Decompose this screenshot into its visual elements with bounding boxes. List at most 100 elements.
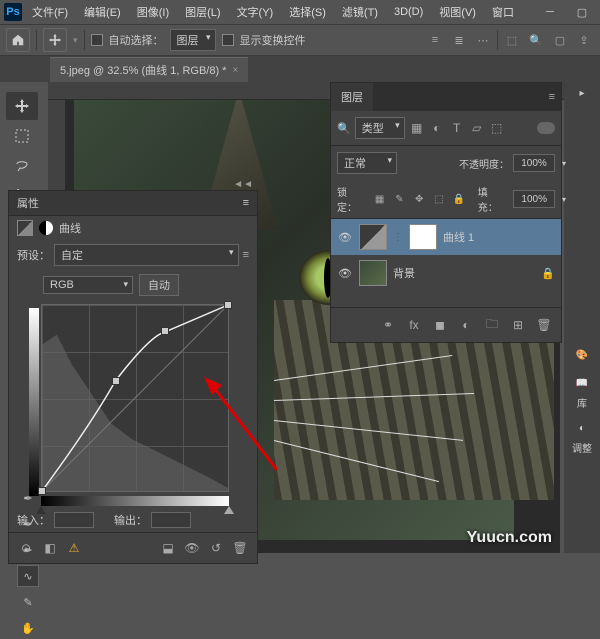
align-icon[interactable]: ≡	[425, 30, 445, 50]
filter-text-icon[interactable]: T	[449, 120, 465, 136]
clip-icon[interactable]: ⬓	[159, 539, 177, 557]
preset-menu-icon[interactable]: ≡	[243, 249, 249, 261]
lock-pixels-icon[interactable]: ✎	[392, 192, 406, 206]
lock-artboard-icon[interactable]: ⬚	[432, 192, 446, 206]
lock-position-icon[interactable]: ✥	[412, 192, 426, 206]
menu-text[interactable]: 文字(Y)	[231, 2, 280, 22]
minimize-button[interactable]: ─	[536, 2, 564, 22]
delete-adjustment-icon[interactable]: 🗑	[231, 539, 249, 557]
properties-panel-header[interactable]: ◄◄ 属性 ≡	[9, 191, 257, 216]
collapse-icon[interactable]: ◄◄	[233, 179, 253, 190]
home-icon[interactable]	[6, 28, 30, 52]
output-value-field[interactable]	[151, 512, 191, 528]
delete-layer-icon[interactable]: 🗑	[535, 316, 553, 334]
curve-point-shadow[interactable]	[38, 487, 46, 495]
marquee-tool[interactable]	[6, 122, 38, 150]
opacity-field[interactable]: 100%	[513, 154, 555, 172]
mask-mode-icon[interactable]	[39, 221, 53, 235]
clip-to-layer-icon[interactable]: ◧	[41, 539, 59, 557]
fill-field[interactable]: 100%	[513, 190, 555, 208]
menu-3d[interactable]: 3D(D)	[388, 4, 429, 20]
fill-label: 填充：	[478, 184, 508, 214]
menu-filter[interactable]: 滤镜(T)	[336, 2, 384, 22]
layer-mask-thumb[interactable]	[409, 224, 437, 250]
preset-dropdown[interactable]: 自定	[54, 244, 239, 266]
menu-window[interactable]: 窗口	[486, 2, 520, 22]
3d-mode-icon[interactable]: ⬚	[502, 30, 522, 50]
workspace-icon[interactable]: ▢	[550, 30, 570, 50]
filter-toggle[interactable]	[537, 122, 555, 134]
layer-mask-link-icon[interactable]: ⋮	[393, 232, 403, 243]
auto-select-dropdown[interactable]: 图层	[170, 29, 216, 51]
libraries-panel-button[interactable]: 📖库	[572, 373, 592, 410]
layer-visibility-icon[interactable]: 👁	[337, 231, 353, 244]
sample-white-eyedropper[interactable]: ✒	[17, 539, 39, 561]
hand-tool-icon[interactable]: ✋	[17, 617, 39, 639]
sample-gray-eyedropper[interactable]: ✒	[17, 513, 39, 535]
channel-dropdown[interactable]: RGB	[43, 276, 133, 294]
auto-select-checkbox[interactable]	[91, 34, 103, 46]
blend-mode-dropdown[interactable]: 正常	[337, 152, 397, 174]
search-icon[interactable]: 🔍	[526, 30, 546, 50]
collapse-dock-icon[interactable]: ▸	[579, 88, 584, 99]
swatches-icon[interactable]: 🎨	[572, 345, 592, 365]
link-layers-icon[interactable]: ⚭	[379, 316, 397, 334]
curves-adjustment-icon	[17, 220, 33, 236]
menu-select[interactable]: 选择(S)	[283, 2, 332, 22]
layer-thumb-image[interactable]	[359, 260, 387, 286]
right-dock: ▸ 🎨 📖库 ◐调整	[564, 82, 600, 553]
curve-point-highlight[interactable]	[224, 301, 232, 309]
adjustments-panel-button[interactable]: ◐调整	[572, 418, 592, 455]
new-layer-icon[interactable]: ⊞	[509, 316, 527, 334]
move-tool[interactable]	[6, 92, 38, 120]
curve-point-1[interactable]	[112, 377, 120, 385]
tone-curve[interactable]	[42, 305, 228, 491]
close-tab-icon[interactable]: ×	[232, 65, 238, 76]
panel-menu-icon[interactable]: ≡	[243, 197, 249, 209]
curve-point-2[interactable]	[161, 327, 169, 335]
lock-all-icon[interactable]: 🔒	[452, 192, 466, 206]
layer-item-curves[interactable]: 👁 ⋮ 曲线 1	[331, 219, 561, 255]
sample-black-eyedropper[interactable]: ✒	[17, 487, 39, 509]
menu-edit[interactable]: 编辑(E)	[78, 2, 127, 22]
white-point-slider[interactable]	[224, 506, 234, 514]
filter-smart-icon[interactable]: ⬚	[489, 120, 505, 136]
input-value-field[interactable]	[54, 512, 94, 528]
distribute-icon[interactable]: ⋯	[473, 30, 493, 50]
show-transform-checkbox[interactable]	[222, 34, 234, 46]
reset-icon[interactable]: ↺	[207, 539, 225, 557]
layer-filter-type-dropdown[interactable]: 类型	[355, 117, 405, 139]
filter-adjustment-icon[interactable]: ◐	[429, 120, 445, 136]
layer-visibility-icon[interactable]: 👁	[337, 267, 353, 280]
curve-edit-point-tool[interactable]: ∿	[17, 565, 39, 587]
filter-pixel-icon[interactable]: ▦	[409, 120, 425, 136]
layer-locked-icon[interactable]: 🔒	[541, 267, 555, 280]
filter-shape-icon[interactable]: ▱	[469, 120, 485, 136]
lasso-tool[interactable]	[6, 152, 38, 180]
auto-button[interactable]: 自动	[139, 274, 179, 296]
layers-panel-menu-icon[interactable]: ≡	[543, 91, 561, 103]
layer-style-icon[interactable]: fx	[405, 316, 423, 334]
menu-view[interactable]: 视图(V)	[433, 2, 482, 22]
add-mask-icon[interactable]: ◼	[431, 316, 449, 334]
layers-tab[interactable]: 图层	[331, 83, 373, 111]
layer-name[interactable]: 背景	[393, 265, 415, 281]
curves-graph[interactable]	[41, 304, 229, 492]
move-tool-icon[interactable]	[43, 28, 67, 52]
share-icon[interactable]: ⇪	[574, 30, 594, 50]
layer-name[interactable]: 曲线 1	[443, 229, 474, 245]
menu-file[interactable]: 文件(F)	[26, 2, 74, 22]
new-group-icon[interactable]: 🗀	[483, 316, 501, 334]
view-previous-icon[interactable]: 👁	[183, 539, 201, 557]
menu-image[interactable]: 图像(I)	[131, 2, 175, 22]
new-adjustment-icon[interactable]: ◐	[457, 316, 475, 334]
layer-item-background[interactable]: 👁 背景 🔒	[331, 255, 561, 291]
menu-layer[interactable]: 图层(L)	[179, 2, 226, 22]
align2-icon[interactable]: ≣	[449, 30, 469, 50]
lock-transparency-icon[interactable]: ▦	[373, 192, 387, 206]
curve-draw-tool[interactable]: ✎	[17, 591, 39, 613]
layer-filter-search-icon[interactable]: 🔍	[337, 122, 351, 135]
document-tab[interactable]: 5.jpeg @ 32.5% (曲线 1, RGB/8) * ×	[50, 57, 248, 82]
maximize-button[interactable]: ▢	[568, 2, 596, 22]
layer-thumb-curves-icon[interactable]	[359, 224, 387, 250]
